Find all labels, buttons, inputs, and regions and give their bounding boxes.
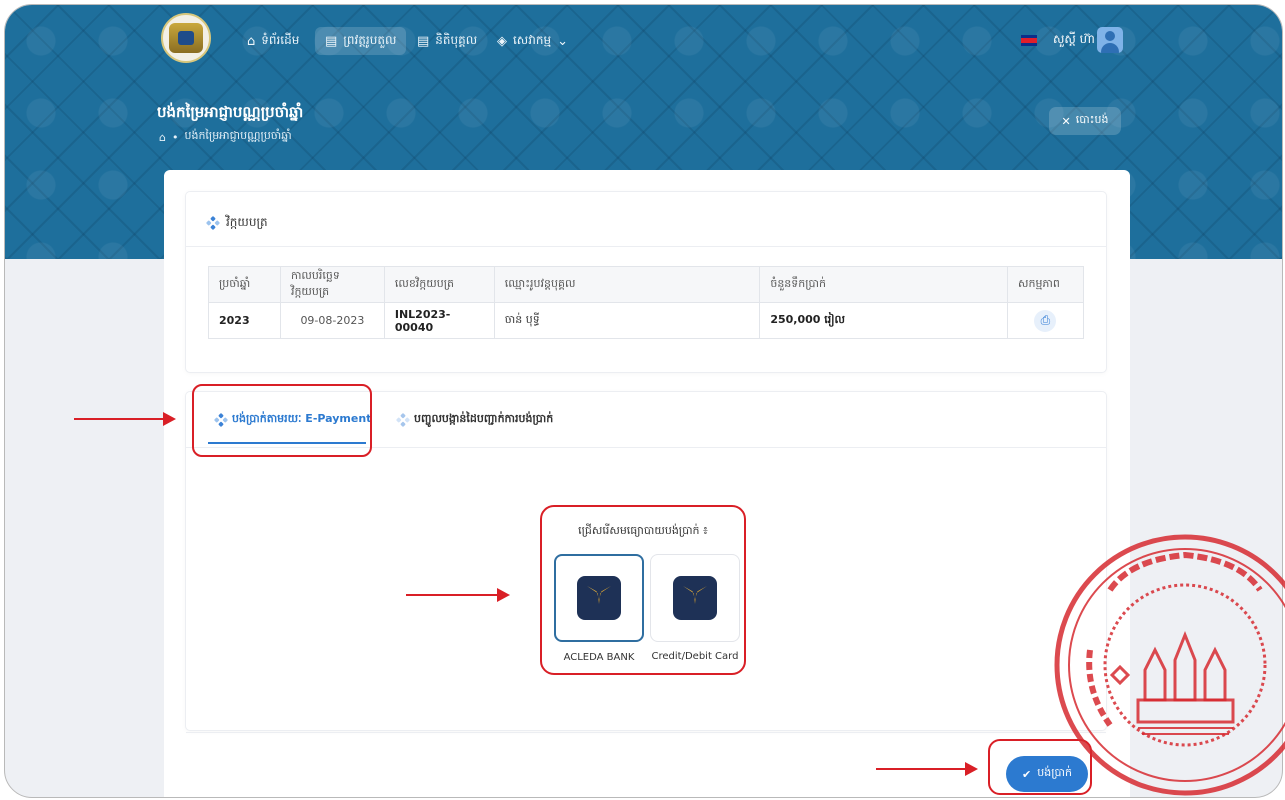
print-icon[interactable]: ⎙ xyxy=(1034,309,1057,332)
avatar[interactable] xyxy=(1097,27,1123,53)
tab-bullet-icon xyxy=(398,415,408,425)
tab-upload-receipt[interactable]: បញ្ចូលបង្កាន់ដៃបញ្ជាក់ការបង់ប្រាក់ xyxy=(398,412,553,428)
close-icon: ✕ xyxy=(1061,114,1071,128)
section-bullet-icon xyxy=(208,218,218,228)
home-icon[interactable]: ⌂ xyxy=(159,131,166,144)
breadcrumb: ⌂ • បង់កម្រៃអាជ្ញាបណ្ណប្រចាំឆ្នាំ xyxy=(159,129,292,144)
language-flag-icon[interactable] xyxy=(1021,35,1037,46)
invoice-section-title: វិក្កយបត្រ xyxy=(226,215,268,229)
nav-services-label: សេវាកម្ម xyxy=(513,33,552,47)
nav-individual[interactable]: ▤ ព្រវត្តរូបតួល xyxy=(315,27,407,55)
table-row: 2023 09-08-2023 INL2023-00040 ចាន់ បុទ្ធ… xyxy=(208,302,1085,339)
top-navbar: ⌂ ទំព័រដើម ▤ ព្រវត្តរូបតួល ▤ និតិបុគ្គល … xyxy=(5,5,1282,81)
nav-legal-entity-label: និតិបុគ្គល xyxy=(435,33,478,47)
official-seal-icon xyxy=(1054,534,1285,796)
nav-services[interactable]: ◈ សេវាកម្ម ⌄ xyxy=(487,27,578,55)
annotation-arrow-icon xyxy=(876,762,978,776)
cell-amount: 250,000 រៀល xyxy=(759,302,1008,339)
col-header: សកម្មភាព xyxy=(1006,266,1085,303)
document-icon: ▤ xyxy=(417,33,430,49)
nav-legal-entity[interactable]: ▤ និតិបុគ្គល xyxy=(407,27,487,55)
cell-action: ⎙ xyxy=(1006,302,1085,339)
table-header-row: ប្រចាំឆ្នាំ កាលបរិច្ឆេទវិក្កយបត្រ លេខវិក… xyxy=(208,266,1085,303)
nav-home[interactable]: ⌂ ទំព័រដើម xyxy=(237,27,309,55)
annotation-box-methods xyxy=(540,505,746,675)
annotation-box-tab xyxy=(192,384,372,457)
annotation-arrow-icon xyxy=(406,588,510,602)
cell-name: ចាន់ បុទ្ធី xyxy=(493,302,761,339)
invoice-panel: វិក្កយបត្រ ប្រចាំឆ្នាំ កាលបរិច្ឆេទវិក្កយ… xyxy=(186,192,1106,372)
invoice-section-header: វិក្កយបត្រ xyxy=(208,214,268,232)
cell-date: 09-08-2023 xyxy=(279,302,385,339)
cell-year: 2023 xyxy=(208,302,281,339)
document-icon: ▤ xyxy=(325,33,338,49)
main-card: វិក្កយបត្រ ប្រចាំឆ្នាំ កាលបរិច្ឆេទវិក្កយ… xyxy=(164,170,1130,797)
col-header: លេខវិក្កយបត្រ xyxy=(383,266,495,303)
cell-invoice-number: INL2023-00040 xyxy=(383,302,495,339)
page-title: បង់កម្រៃអាជ្ញាបណ្ណប្រចាំឆ្នាំ xyxy=(157,103,304,121)
col-header: ប្រចាំឆ្នាំ xyxy=(208,266,281,303)
layers-icon: ◈ xyxy=(497,33,507,49)
user-greeting: សួស្តី ហ៊ា xyxy=(1053,32,1095,46)
annotation-arrow-icon xyxy=(74,412,176,426)
col-header: ឈ្មោះរូបវន្តបុគ្គល xyxy=(493,266,761,303)
home-icon: ⌂ xyxy=(247,33,256,49)
col-header: ចំនួនទឹកប្រាក់ xyxy=(759,266,1008,303)
breadcrumb-current: បង់កម្រៃអាជ្ញាបណ្ណប្រចាំឆ្នាំ xyxy=(184,129,292,142)
cancel-button[interactable]: ✕ បោះបង់ xyxy=(1049,107,1121,135)
nav-individual-label: ព្រវត្តរូបតួល xyxy=(343,33,397,47)
nav-home-label: ទំព័រដើម xyxy=(261,33,300,47)
cancel-label: បោះបង់ xyxy=(1075,113,1109,126)
col-header: កាលបរិច្ឆេទវិក្កយបត្រ xyxy=(279,266,385,303)
invoice-table: ប្រចាំឆ្នាំ កាលបរិច្ឆេទវិក្កយបត្រ លេខវិក… xyxy=(208,266,1085,339)
ministry-logo[interactable] xyxy=(161,13,211,63)
tab-upload-receipt-label: បញ្ចូលបង្កាន់ដៃបញ្ជាក់ការបង់ប្រាក់ xyxy=(414,412,554,425)
chevron-down-icon: ⌄ xyxy=(557,33,568,49)
